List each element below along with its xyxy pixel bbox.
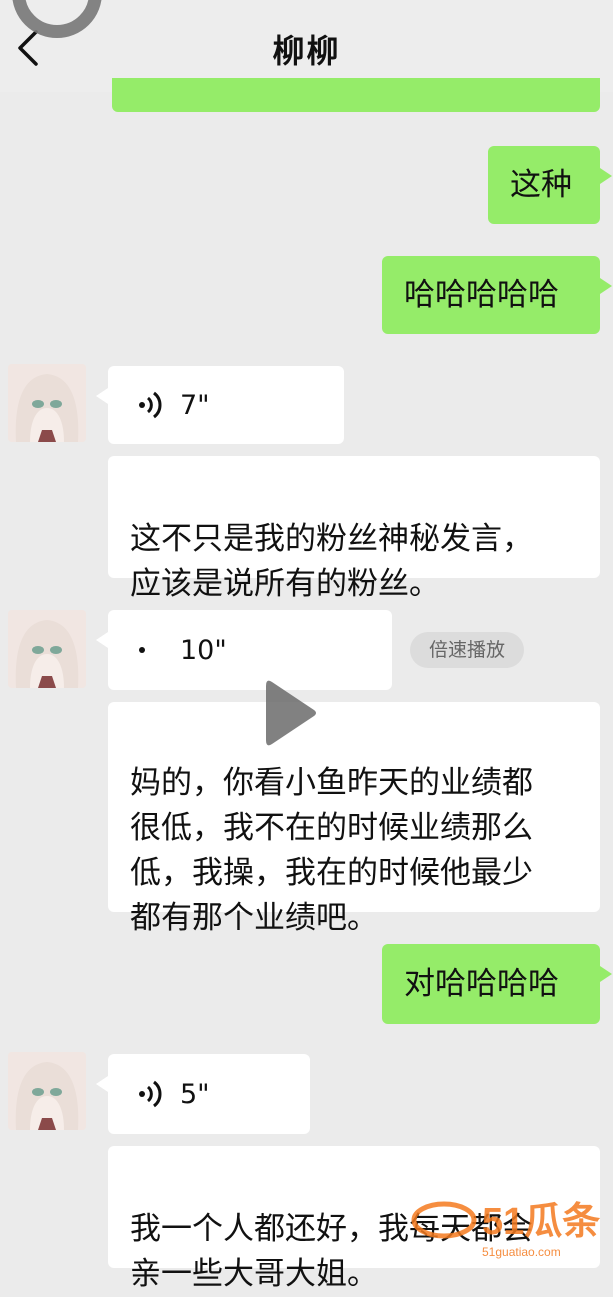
sent-message-text: 哈哈哈哈哈: [404, 277, 559, 313]
voice-message-1[interactable]: 7": [96, 366, 344, 444]
avatar[interactable]: [8, 610, 86, 688]
speed-playback-button[interactable]: 倍速播放: [410, 632, 524, 668]
voice-duration: 5": [180, 1078, 210, 1110]
voice-duration: 7": [180, 389, 210, 421]
received-message-text: 这不只是我的粉丝神秘发言， 应该是说所有的粉丝。: [130, 521, 533, 602]
received-message-text: 妈的，你看小鱼昨天的业绩都 很低，我不在的时候业绩那么 低，我操，我在的时候他最…: [130, 765, 533, 936]
sent-message-1[interactable]: 这种: [488, 146, 612, 224]
play-icon[interactable]: [232, 658, 342, 768]
sent-message-3[interactable]: 对哈哈哈哈: [382, 944, 612, 1024]
chat-title: 柳柳: [272, 32, 341, 70]
avatar[interactable]: [8, 364, 86, 442]
voice-duration: 10": [180, 634, 227, 666]
watermark-brand: 51瓜条: [482, 1201, 600, 1243]
sent-message-2[interactable]: 哈哈哈哈哈: [382, 256, 612, 334]
received-message-1[interactable]: 这不只是我的粉丝神秘发言， 应该是说所有的粉丝。: [108, 456, 600, 602]
voice-icon: [139, 1080, 162, 1108]
watermark-domain: 51guatiao.com: [482, 1245, 561, 1259]
voice-icon: [139, 391, 162, 419]
voice-icon: [139, 647, 145, 653]
partial-message-bubble: [112, 78, 600, 112]
sent-message-text: 对哈哈哈哈: [404, 966, 559, 1002]
received-message-2[interactable]: 妈的，你看小鱼昨天的业绩都 很低，我不在的时候业绩那么 低，我操，我在的时候他最…: [108, 702, 600, 936]
voice-message-3[interactable]: 5": [96, 1054, 310, 1134]
sent-message-text: 这种: [510, 167, 572, 203]
watermark-logo: 51瓜条 51guatiao.com: [404, 1184, 604, 1264]
avatar[interactable]: [8, 1052, 86, 1130]
